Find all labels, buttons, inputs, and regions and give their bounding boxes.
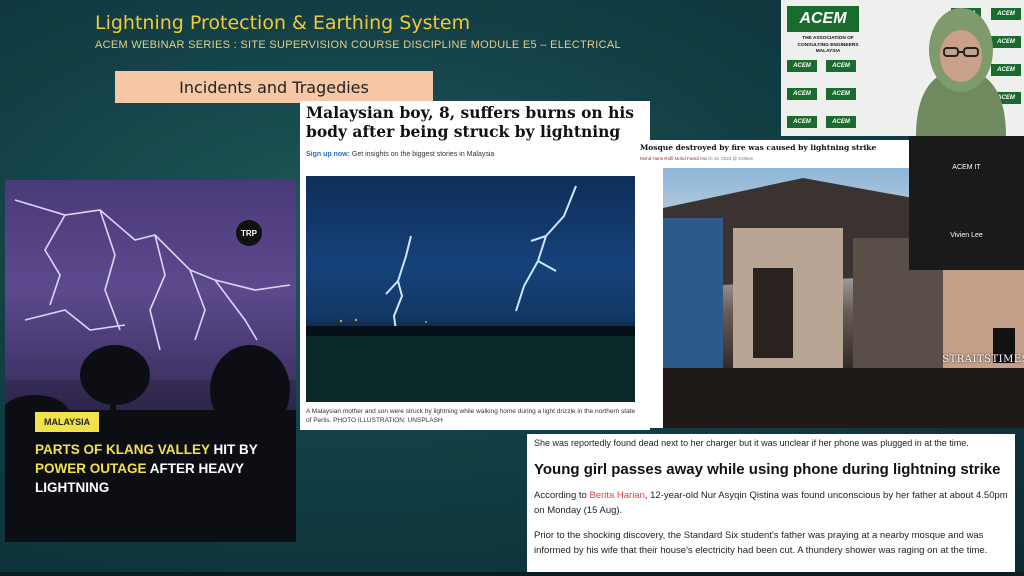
article-lightning-boy: Malaysian boy, 8, suffers burns on his b… (300, 101, 650, 430)
acem-tile: ACEM (787, 88, 817, 100)
article-paragraph-1: According to Berita Harian, 12-year-old … (534, 488, 1008, 518)
acem-tile: ACEM (787, 116, 817, 128)
acem-tile: ACEM (826, 60, 856, 72)
article-girl-phone: She was reportedly found dead next to he… (527, 434, 1015, 576)
article-paragraph-2: Prior to the shocking discovery, the Sta… (534, 530, 988, 556)
article-headline: Malaysian boy, 8, suffers burns on his b… (306, 103, 634, 141)
article-headline: Mosque destroyed by fire was caused by l… (640, 143, 877, 152)
article-byline: Mohd Haris Rofil Mohd Faskil March 16, 2… (640, 156, 753, 161)
trp-logo: TRP (236, 220, 262, 246)
article-lead: She was reportedly found dead next to he… (534, 438, 969, 448)
slide-title: Lightning Protection & Earthing System (95, 12, 471, 34)
headline-highlight-2: POWER OUTAGE (35, 461, 147, 476)
bottom-strip (0, 572, 1024, 576)
signup-text: Get insights on the biggest stories in M… (349, 151, 495, 158)
straits-times-watermark: STRAITSTIMES (942, 354, 1024, 365)
signup-line: Sign up now: Get insights on the biggest… (306, 151, 494, 158)
presenter-webcam[interactable]: ACEM THE ASSOCIATION OF CONSULTING ENGIN… (781, 0, 1024, 136)
article-mosque-fire: Mosque destroyed by fire was caused by l… (635, 140, 1024, 428)
headline-part-2: HIT BY (209, 442, 258, 457)
acem-tile: ACEM (826, 88, 856, 100)
presenter-avatar (916, 8, 1006, 136)
trp-post-image: TRP MALAYSIA PARTS OF KLANG VALLEY HIT B… (5, 180, 296, 542)
category-tag: MALAYSIA (35, 412, 100, 432)
acem-org-name: THE ASSOCIATION OF CONSULTING ENGINEERS … (797, 36, 859, 54)
acem-tile: ACEM (787, 60, 817, 72)
date: March 16, 2023 @ 9:08am (698, 156, 754, 161)
photo-caption: A Malaysian mother and son were struck b… (306, 408, 636, 424)
acem-logo: ACEM (787, 6, 859, 32)
headline-highlight-1: PARTS OF KLANG VALLEY (35, 442, 210, 457)
p1-prefix: According to (534, 490, 590, 501)
slide-subtitle: ACEM WEBINAR SERIES : SITE SUPERVISION C… (95, 39, 621, 51)
participant-tile[interactable]: ACEM IT (909, 164, 1024, 171)
article-headline: Young girl passes away while using phone… (534, 461, 1001, 478)
post-headline: PARTS OF KLANG VALLEY HIT BY POWER OUTAG… (35, 440, 280, 497)
signup-link[interactable]: Sign up now: (306, 151, 350, 158)
lightning-bolts-illustration (306, 185, 638, 402)
participant-tile[interactable]: Vivien Lee (909, 232, 1024, 239)
acem-tile: ACEM (826, 116, 856, 128)
lightning-photo (306, 176, 638, 402)
incidents-banner: Incidents and Tragedies (115, 71, 433, 103)
berita-harian-link[interactable]: Berita Harian (589, 490, 644, 501)
author: Mohd Haris Rofil Mohd Faskil (640, 156, 699, 161)
participants-panel: ACEM IT Vivien Lee (909, 136, 1024, 270)
